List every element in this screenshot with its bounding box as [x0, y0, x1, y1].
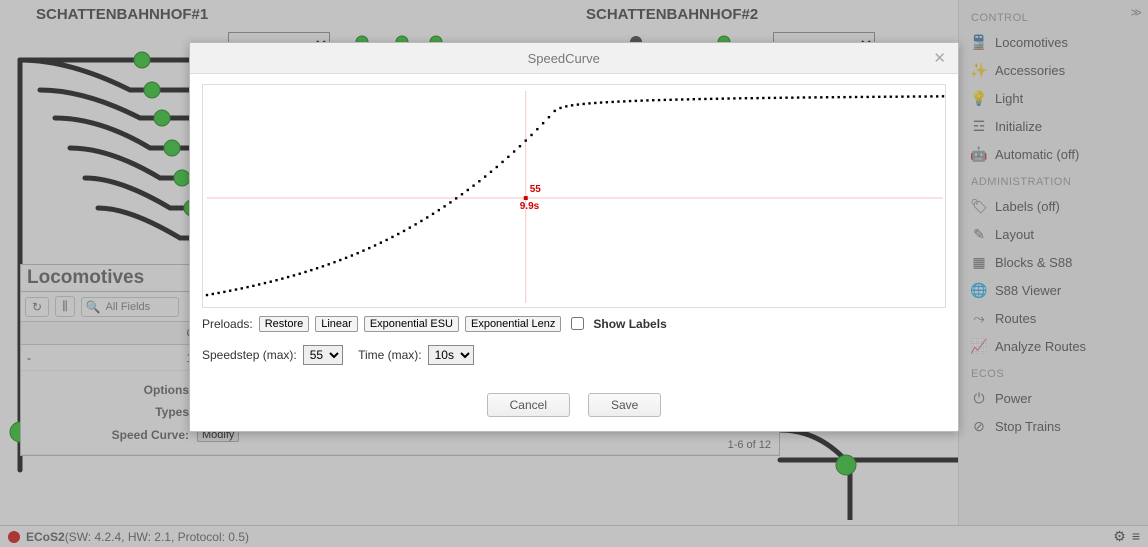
show-labels-checkbox[interactable]	[571, 317, 584, 330]
speedstep-label: Speedstep (max):	[202, 348, 297, 362]
time-select[interactable]: 10s	[428, 345, 474, 365]
preloads-label: Preloads:	[202, 317, 253, 331]
dialog-title: SpeedCurve	[198, 51, 929, 66]
time-label: Time (max):	[358, 348, 422, 362]
preset-exp-lenz-button[interactable]: Exponential Lenz	[465, 316, 561, 332]
close-icon[interactable]: ✕	[929, 49, 950, 67]
dialog-header[interactable]: SpeedCurve ✕	[190, 43, 958, 74]
preset-exp-esu-button[interactable]: Exponential ESU	[364, 316, 459, 332]
svg-text:9.9s: 9.9s	[520, 201, 540, 212]
speedcurve-chart[interactable]: 55 9.9s	[202, 84, 946, 308]
show-labels-label: Show Labels	[593, 317, 666, 331]
speedcurve-dialog: SpeedCurve ✕ 55 9.9s Preloads: Restore Li…	[189, 42, 959, 432]
preset-restore-button[interactable]: Restore	[259, 316, 310, 332]
svg-text:55: 55	[530, 184, 542, 195]
dialog-footer: Cancel Save	[190, 375, 958, 431]
preload-row: Preloads: Restore Linear Exponential ESU…	[202, 308, 946, 339]
maxsettings-row: Speedstep (max): 55 Time (max): 10s	[202, 339, 946, 371]
preset-linear-button[interactable]: Linear	[315, 316, 358, 332]
cancel-button[interactable]: Cancel	[487, 393, 570, 417]
speedstep-select[interactable]: 55	[303, 345, 343, 365]
save-button[interactable]: Save	[588, 393, 661, 417]
